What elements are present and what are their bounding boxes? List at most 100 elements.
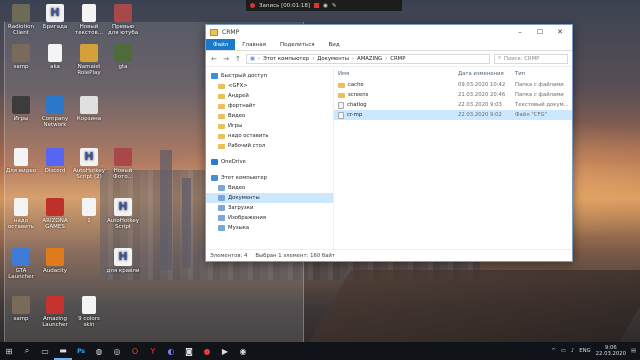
search-placeholder: Поиск: CRMP xyxy=(503,55,540,62)
camera-icon[interactable]: ◉ xyxy=(323,3,328,9)
ribbon-tab[interactable]: Файл xyxy=(206,39,236,50)
steam-icon[interactable]: ◎ xyxy=(108,342,126,360)
nav-item[interactable]: Этот компьютер xyxy=(206,173,333,183)
yandex-icon[interactable]: Y xyxy=(144,342,162,360)
file-row[interactable]: chatlog 22.03.2020 9:03 Текстовый докум... xyxy=(334,100,572,110)
breadcrumb-segment[interactable]: Документы xyxy=(317,56,349,62)
chevron-up-icon[interactable]: ^ xyxy=(551,348,555,354)
desktop-icon[interactable]: Превью для ютуба xyxy=(106,4,140,36)
clock[interactable]: 9:06 22.03.2020 xyxy=(596,345,626,357)
nav-item[interactable]: Музыка xyxy=(206,223,333,233)
nav-item[interactable]: <GFX> xyxy=(206,81,333,91)
desktop-icon[interactable]: samp xyxy=(4,44,38,70)
desktop-icon-label: 9 colors skin xyxy=(78,316,100,328)
column-name-header[interactable]: Имя xyxy=(338,71,458,77)
notifications-icon[interactable]: ▤ xyxy=(631,348,636,354)
breadcrumb-segment[interactable]: Этот компьютер xyxy=(263,56,309,62)
recorder-icon[interactable]: ● xyxy=(198,342,216,360)
volume-icon[interactable]: ♪ xyxy=(571,348,574,354)
nav-item[interactable]: Загрузки xyxy=(206,203,333,213)
close-button[interactable]: ✕ xyxy=(552,28,568,36)
desktop-icon[interactable]: Для видео xyxy=(4,148,38,174)
desktop-icon[interactable]: H AutoHotkey Script (2) xyxy=(72,148,106,180)
desktop-icon[interactable]: Discord xyxy=(38,148,72,174)
desktop-icon[interactable]: aka xyxy=(38,44,72,70)
column-type-header[interactable]: Тип xyxy=(515,71,572,77)
file-name: chatlog xyxy=(347,102,367,108)
desktop-icon[interactable]: Hдля кравли xyxy=(106,248,140,274)
camera-icon[interactable]: ◙ xyxy=(180,342,198,360)
up-arrow-icon[interactable]: ↑ xyxy=(234,55,242,63)
desktop-icon[interactable]: Новый Фото... xyxy=(106,148,140,180)
file-row[interactable]: screens 21.03.2020 20:46 Папка с файлами xyxy=(334,90,572,100)
desktop-icon[interactable]: Корзина xyxy=(72,96,106,122)
photoshop-icon[interactable]: Ps xyxy=(72,342,90,360)
nav-item[interactable]: Видео xyxy=(206,183,333,193)
desktop-icon[interactable]: Amazing Launcher xyxy=(38,296,72,328)
nav-item[interactable]: фортнайт xyxy=(206,101,333,111)
desktop-icon[interactable]: H Бригада xyxy=(38,4,72,30)
network-icon[interactable]: ▭ xyxy=(561,348,566,354)
path-breadcrumb[interactable]: ▣ › Этот компьютер › Документы › AMAZING › CRMP xyxy=(246,53,490,64)
nav-item[interactable]: Видео xyxy=(206,111,333,121)
language-indicator[interactable]: ENG xyxy=(579,348,590,354)
nav-item[interactable]: Андрей xyxy=(206,91,333,101)
desktop-icon[interactable]: H AutoHotkey Script xyxy=(106,198,140,230)
desktop-icon[interactable]: Radiotion Client xyxy=(4,4,38,36)
chrome-icon[interactable]: ◍ xyxy=(90,342,108,360)
navigation-pane: Быстрый доступ <GFX> Андрей фортнайт Видео Иг… xyxy=(206,68,334,249)
obs-icon[interactable]: ◉ xyxy=(234,342,252,360)
nav-item[interactable]: надо оставить xyxy=(206,131,333,141)
desktop-icon-label: для кравли xyxy=(106,268,140,274)
desktop-icon[interactable]: 9 colors skin xyxy=(72,296,106,328)
maximize-button[interactable]: ☐ xyxy=(532,28,548,36)
nav-item[interactable]: Документы xyxy=(206,193,333,203)
breadcrumb-segment[interactable]: CRMP xyxy=(390,56,405,62)
doc-h-icon: H xyxy=(80,148,98,166)
folder-icon xyxy=(338,82,345,88)
desktop-icon[interactable]: 1 xyxy=(72,198,106,224)
nav-item[interactable]: Быстрый доступ xyxy=(206,71,333,81)
desktop-icon[interactable]: GTA Launcher xyxy=(4,248,38,280)
media-icon[interactable]: ▶ xyxy=(216,342,234,360)
ribbon-tab[interactable]: Вид xyxy=(322,39,347,50)
breadcrumb-segment[interactable]: AMAZING xyxy=(357,56,382,62)
window-titlebar[interactable]: CRMP – ☐ ✕ xyxy=(206,25,572,39)
nav-item[interactable]: Изображения xyxy=(206,213,333,223)
nav-item[interactable]: Рабочий стол xyxy=(206,141,333,151)
record-dot-icon xyxy=(250,3,255,8)
file-row[interactable]: cache 09.03.2020 10:42 Папка с файлами xyxy=(334,80,572,90)
forward-arrow-icon[interactable]: → xyxy=(222,55,230,63)
desktop-icon-label: Namaist RolePlay xyxy=(77,64,101,76)
start-icon[interactable]: ⊞ xyxy=(0,342,18,360)
file-name: cache xyxy=(348,82,364,88)
nav-item[interactable]: Игры xyxy=(206,121,333,131)
desktop-icon[interactable]: gta xyxy=(106,44,140,70)
desktop-icon[interactable]: ARIZONA GAMES xyxy=(38,198,72,230)
minimize-button[interactable]: – xyxy=(512,28,528,36)
desktop-icon[interactable]: Company Network xyxy=(38,96,72,128)
desktop-icon[interactable]: Namaist RolePlay xyxy=(72,44,106,76)
search-icon[interactable]: ⌕ xyxy=(18,342,36,360)
discord-icon[interactable]: ◐ xyxy=(162,342,180,360)
task-view-icon[interactable]: ▭ xyxy=(36,342,54,360)
column-date-header[interactable]: Дата изменения xyxy=(458,71,515,77)
desktop-icon[interactable]: Audacity xyxy=(38,248,72,274)
desktop-icon[interactable]: надо оставить xyxy=(4,198,38,230)
back-arrow-icon[interactable]: ← xyxy=(210,55,218,63)
opera-icon[interactable]: O xyxy=(126,342,144,360)
desktop-icon-label: Discord xyxy=(44,168,66,174)
ribbon-tab[interactable]: Поделиться xyxy=(273,39,322,50)
file-row[interactable]: cr-mp 22.03.2020 9:02 Файл "CFG" xyxy=(334,110,572,120)
desktop-icon[interactable]: Новый текстов... xyxy=(72,4,106,36)
stop-button[interactable] xyxy=(314,3,320,8)
search-input[interactable]: ⌕ Поиск: CRMP xyxy=(494,53,568,64)
nav-item[interactable]: OneDrive xyxy=(206,157,333,167)
desktop-icon[interactable]: samp xyxy=(4,296,38,322)
desktop-icon-label: надо оставить xyxy=(7,218,35,230)
desktop-icon[interactable]: Игры xyxy=(4,96,38,122)
ribbon-tab[interactable]: Главная xyxy=(235,39,273,50)
desktop-icon-label: Audacity xyxy=(42,268,68,274)
pencil-icon[interactable]: ✎ xyxy=(332,3,337,9)
file-explorer-icon[interactable]: ▬ xyxy=(54,342,72,360)
